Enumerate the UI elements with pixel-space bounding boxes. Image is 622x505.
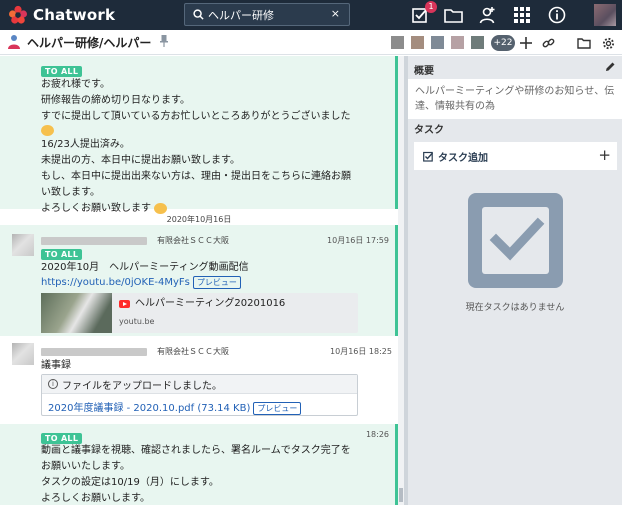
sender-name[interactable] [41, 348, 147, 356]
info-circle-icon: i [48, 379, 58, 389]
add-task-plus-icon[interactable]: + [598, 146, 611, 164]
youtube-link[interactable]: https://youtu.be/0jOKE-4MyFs [41, 277, 190, 288]
search-clear-icon[interactable]: × [331, 7, 340, 20]
message-line: お願いいたします。 [41, 461, 130, 472]
search-input[interactable]: ヘルパー研修 [208, 7, 274, 23]
file-download-link[interactable]: 2020年度議事録 - 2020.10.pdf (73.14 KB) [48, 403, 250, 414]
message-line: 未提出の方、本日中に提出お願い致します。 [41, 155, 240, 166]
message-line: もし、本日中に提出出来ない方は、理由・提出日をこちらに連絡お願 [41, 171, 351, 182]
user-avatar[interactable] [594, 4, 616, 26]
sender-company: 有限会社ＳＣＣ大阪 [157, 347, 229, 356]
preview-button[interactable]: プレビュー [192, 276, 241, 289]
message-link-line: https://youtu.be/0jOKE-4MyFs プレビュー [41, 275, 241, 291]
chat-message: 18:26 TO ALL 動画と議事録を視聴、確認されましたら、署名ルームでタス… [0, 424, 398, 505]
chat-message: 有限会社ＳＣＣ大阪 10月16日 17:59 TO ALL 2020年10月 ヘ… [0, 225, 398, 336]
add-contact-icon[interactable] [477, 5, 497, 25]
preview-button[interactable]: プレビュー [253, 402, 302, 415]
emoji-icon [41, 125, 54, 136]
to-all-tag: TO ALL [41, 249, 83, 260]
empty-task-check-icon [468, 193, 563, 288]
task-title: タスク [414, 125, 444, 136]
app-logo[interactable]: Chatwork [8, 5, 115, 25]
chat-message: TO ALL お疲れ様です。 研修報告の締め切り日なります。 すでに提出して頂い… [0, 56, 398, 214]
info-icon[interactable] [547, 5, 567, 25]
member-avatar[interactable] [391, 36, 404, 49]
message-line: 研修報告の締め切り日なります。 [41, 95, 190, 106]
sender-name[interactable] [41, 237, 147, 245]
link-preview-card[interactable]: ヘルパーミーティング20201016 youtu.be [41, 293, 358, 333]
file-notice-text: ファイルをアップロードしました。 [62, 380, 222, 392]
message-line: すでに提出して頂いている方お忙しいところありがとうございました [41, 111, 351, 122]
chat-message: 有限会社ＳＣＣ大阪 10月16日 18:25 議事録 i ファイルをアップロード… [0, 337, 398, 424]
message-timestamp: 10月16日 18:25 [330, 347, 392, 356]
message-title: 2020年10月 ヘルパーミーティング動画配信 [41, 262, 249, 273]
search-icon [193, 9, 204, 20]
emoji-icon [154, 202, 168, 214]
room-settings-gear-icon[interactable] [600, 35, 616, 51]
top-navigation-bar: Chatwork ヘルパー研修 × 1 [0, 0, 622, 30]
message-title: 議事録 [41, 360, 71, 371]
sender-avatar[interactable] [12, 343, 34, 365]
summary-description: ヘルパーミーティングや研修のお知らせ、伝 達、情報共有の為 [408, 79, 622, 119]
message-line: よろしくお願いします。 [41, 493, 150, 504]
message-line: 16/23人提出済み。 [41, 139, 130, 150]
video-thumbnail [41, 293, 112, 333]
folder-icon[interactable] [443, 5, 463, 25]
add-task-label: タスク追加 [438, 152, 488, 164]
emoji-line [41, 125, 351, 137]
sender-avatar[interactable] [12, 234, 34, 256]
message-text: よろしくお願い致します [41, 203, 151, 214]
file-notice: i ファイルをアップロードしました。 [42, 375, 357, 394]
member-avatar[interactable] [451, 36, 464, 49]
summary-title: 概要 [414, 66, 434, 77]
card-domain: youtu.be [119, 317, 155, 326]
member-avatar[interactable] [471, 36, 484, 49]
task-check-icon[interactable]: 1 [410, 1, 437, 25]
room-icon [7, 34, 21, 50]
card-title: ヘルパーミーティング20201016 [135, 298, 286, 309]
app-name: Chatwork [33, 6, 116, 24]
task-badge: 1 [425, 1, 437, 13]
apps-grid-icon[interactable] [512, 5, 532, 25]
message-timestamp: 10月16日 17:59 [327, 236, 389, 245]
chat-scrollbar-thumb[interactable] [399, 488, 403, 502]
message-line: タスクの設定は10/19（月）にします。 [41, 477, 219, 488]
member-avatar[interactable] [431, 36, 444, 49]
sender-company: 有限会社ＳＣＣ大阪 [157, 236, 229, 245]
file-attachment[interactable]: i ファイルをアップロードしました。 2020年度議事録 - 2020.10.p… [41, 374, 358, 416]
member-avatar[interactable] [411, 36, 424, 49]
chatwork-logo-icon [8, 5, 28, 25]
pin-icon[interactable] [160, 34, 169, 50]
chat-timeline[interactable]: TO ALL お疲れ様です。 研修報告の締め切り日なります。 すでに提出して頂い… [0, 56, 404, 505]
edit-pencil-icon[interactable] [605, 61, 616, 75]
summary-text: 達、情報共有の為 [415, 101, 495, 112]
link-icon[interactable] [540, 35, 556, 51]
file-link-line: 2020年度議事録 - 2020.10.pdf (73.14 KB) プレビュー [48, 399, 302, 415]
no-tasks-message: 現在タスクはありません [465, 303, 565, 313]
task-check-icon [423, 151, 434, 162]
message-line: い致します。 [41, 187, 100, 198]
summary-text: ヘルパーミーティングや研修のお知らせ、伝 [415, 86, 615, 97]
message-line: お疲れ様です。 [41, 79, 110, 90]
youtube-icon [119, 300, 130, 308]
add-task-button[interactable]: タスク追加 + [414, 142, 617, 170]
room-folder-icon[interactable] [576, 35, 592, 51]
message-line: 動画と議事録を視聴、確認されましたら、署名ルームでタスク完了を [41, 445, 351, 456]
to-all-tag: TO ALL [41, 66, 83, 77]
search-box[interactable]: ヘルパー研修 × [184, 3, 350, 26]
room-title: ヘルパー研修/ヘルパー [27, 35, 152, 50]
date-separator: 2020年10月16日 [166, 215, 232, 224]
add-member-icon[interactable] [518, 35, 534, 51]
member-count-badge[interactable]: +22 [491, 35, 515, 51]
message-timestamp: 18:26 [365, 430, 389, 439]
